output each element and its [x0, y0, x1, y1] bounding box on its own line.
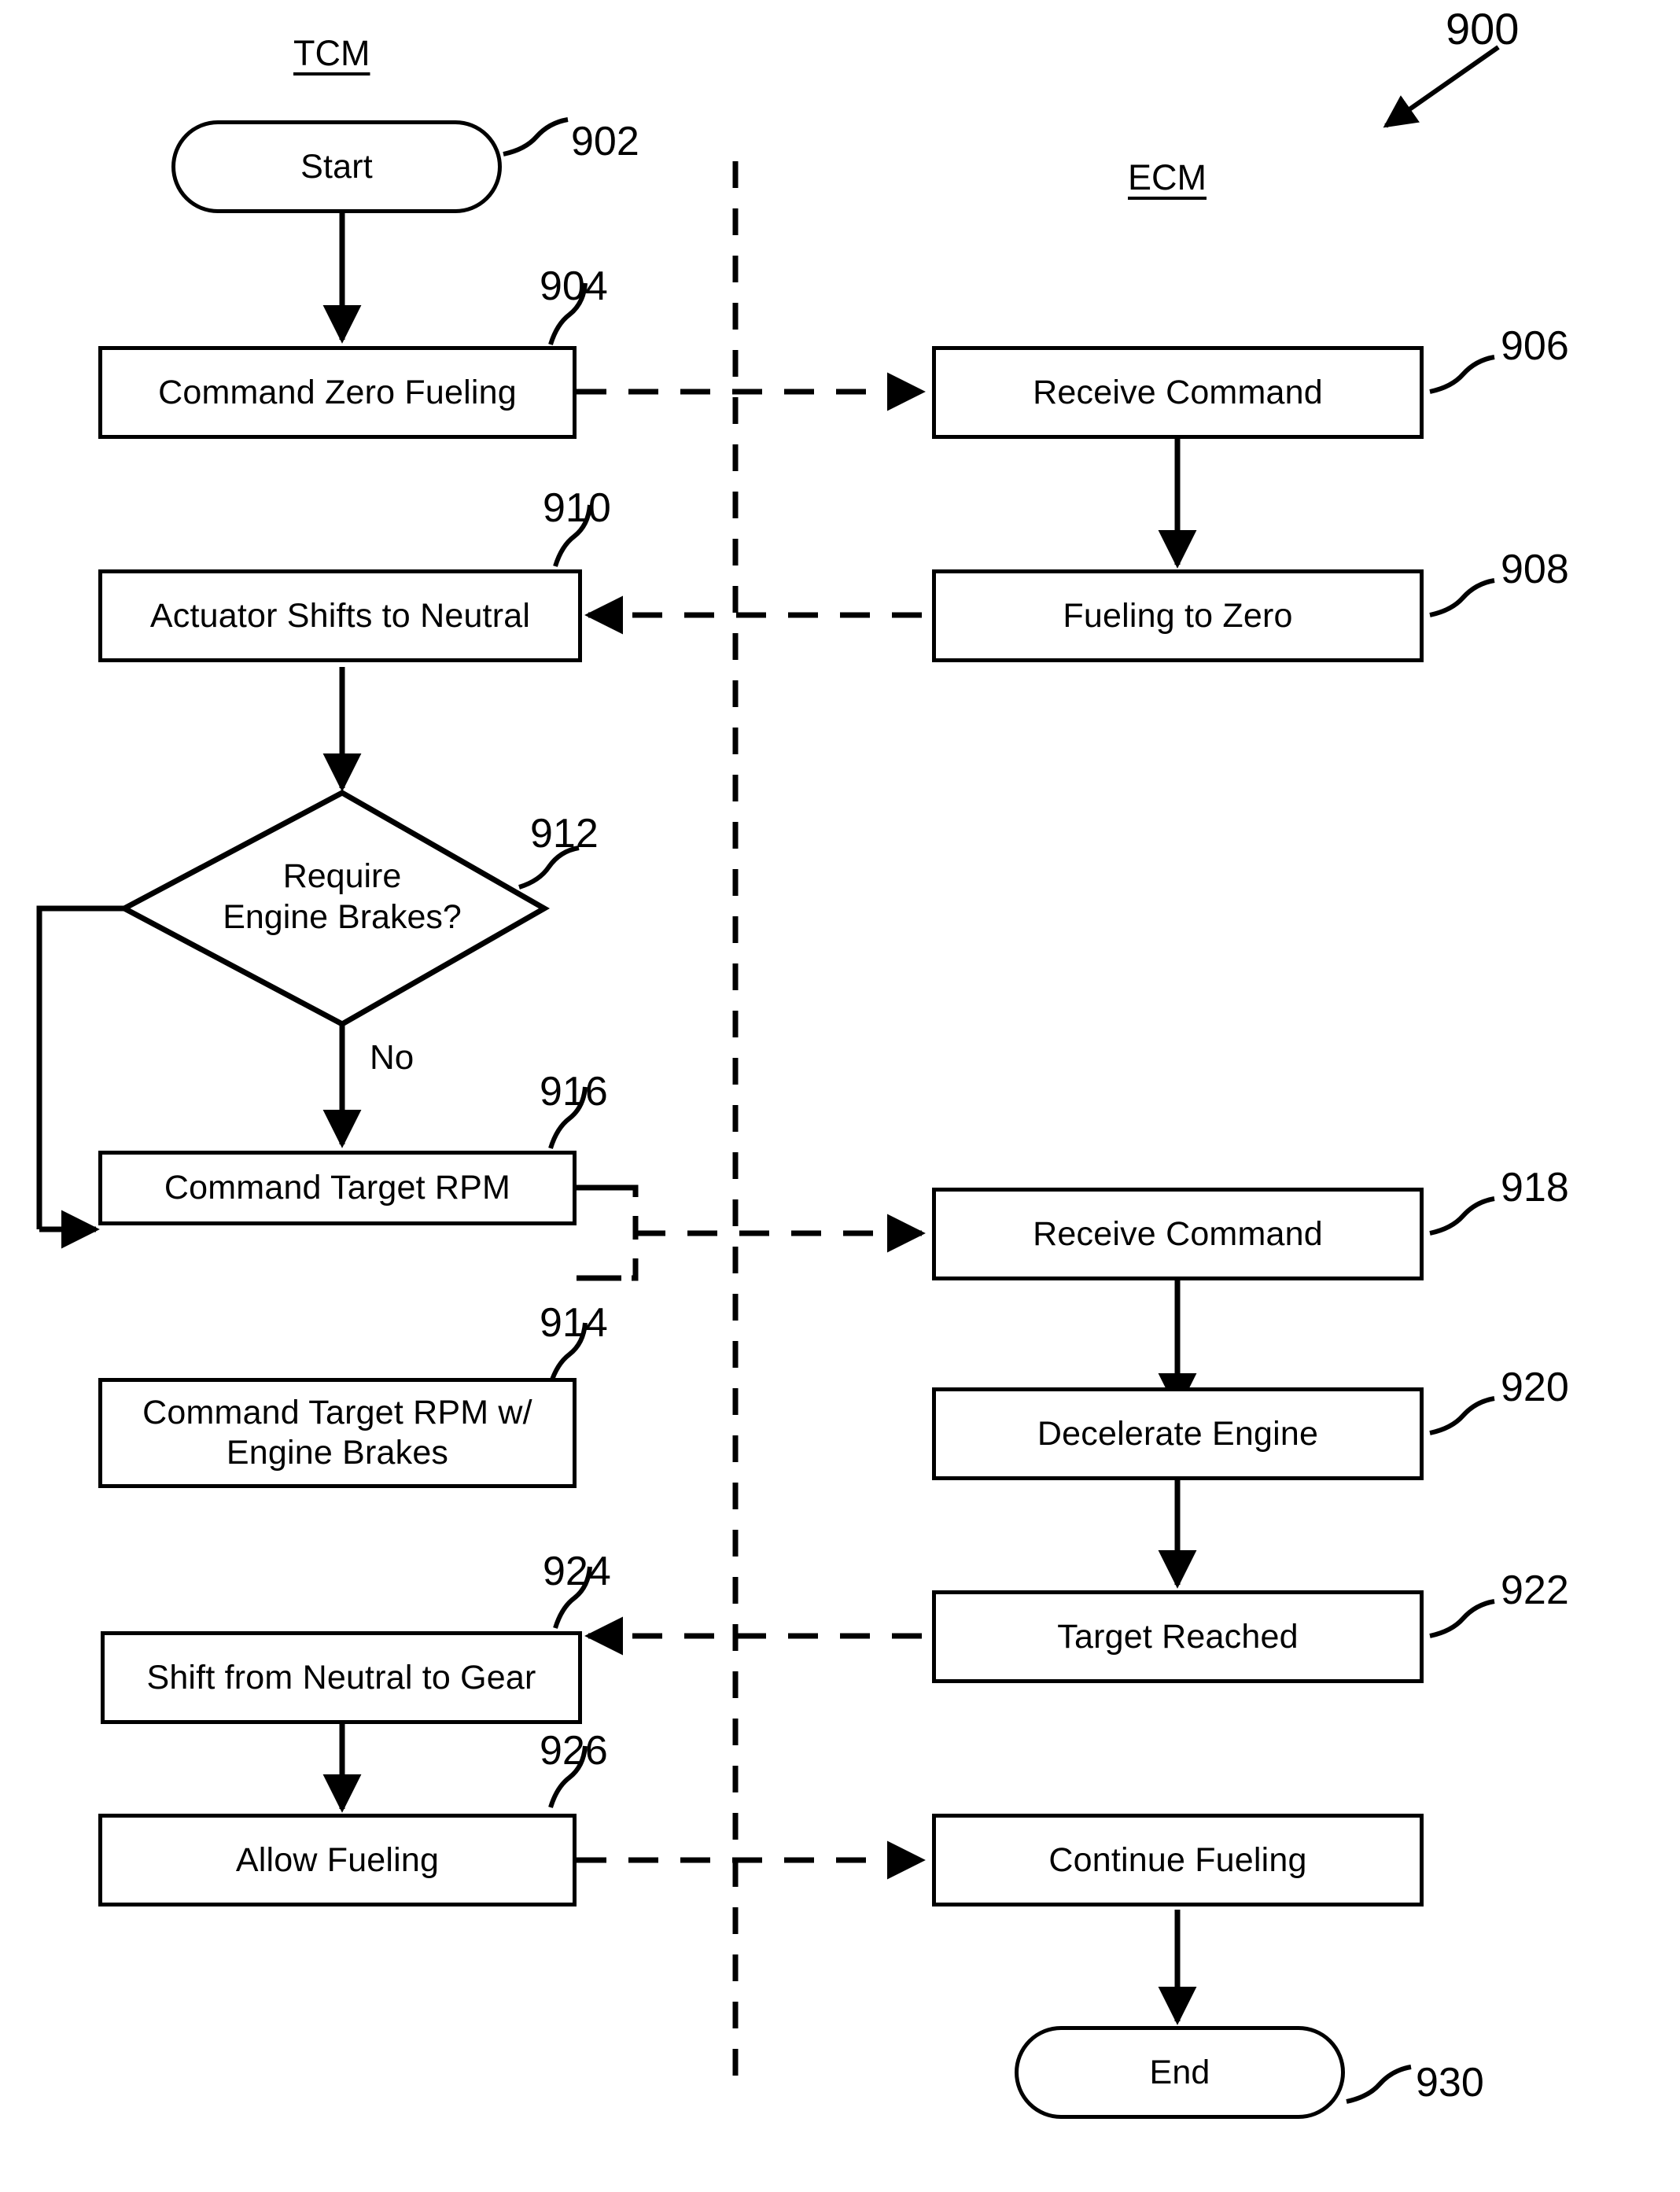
node-command-zero-fueling: Command Zero Fueling: [98, 346, 577, 439]
edge-label-no: No: [370, 1038, 414, 1077]
node-shift-from-neutral-to-gear-label: Shift from Neutral to Gear: [146, 1658, 536, 1696]
node-receive-command-2: Receive Command: [932, 1188, 1424, 1280]
ref-920: 920: [1501, 1365, 1569, 1410]
ref-914: 914: [540, 1300, 608, 1346]
node-end: End: [1015, 2026, 1345, 2119]
ref-908: 908: [1501, 547, 1569, 592]
ref-922: 922: [1501, 1568, 1569, 1613]
ref-912: 912: [530, 811, 599, 857]
lane-title-tcm: TCM: [293, 33, 370, 73]
node-start: Start: [171, 120, 502, 213]
node-end-label: End: [1149, 2053, 1210, 2091]
node-target-reached: Target Reached: [932, 1590, 1424, 1683]
node-shift-from-neutral-to-gear: Shift from Neutral to Gear: [101, 1631, 582, 1724]
figure-leader-arrow: [1383, 45, 1500, 128]
ref-leader-922: [1429, 1599, 1495, 1638]
ref-924: 924: [543, 1549, 611, 1594]
patent-flowchart-figure: TCM ECM 900 Start 902 Command Zero Fueli…: [0, 0, 1680, 2192]
ref-904: 904: [540, 263, 608, 309]
node-start-label: Start: [300, 147, 373, 186]
ref-leader-918: [1429, 1196, 1495, 1236]
figure-number: 900: [1446, 4, 1520, 53]
node-receive-command-2-label: Receive Command: [1033, 1214, 1323, 1253]
node-command-zero-fueling-label: Command Zero Fueling: [158, 373, 517, 411]
node-actuator-shifts-to-neutral: Actuator Shifts to Neutral: [98, 569, 582, 662]
ref-926: 926: [540, 1728, 608, 1774]
node-continue-fueling-label: Continue Fueling: [1048, 1840, 1307, 1879]
lane-title-ecm: ECM: [1128, 157, 1207, 197]
ref-916: 916: [540, 1069, 608, 1114]
ref-906: 906: [1501, 323, 1569, 369]
node-continue-fueling: Continue Fueling: [932, 1814, 1424, 1906]
ref-leader-906: [1429, 355, 1495, 394]
ref-910: 910: [543, 485, 611, 531]
ref-leader-930: [1346, 2065, 1412, 2104]
node-actuator-shifts-to-neutral-label: Actuator Shifts to Neutral: [149, 596, 531, 635]
ref-leader-908: [1429, 578, 1495, 617]
node-decelerate-engine: Decelerate Engine: [932, 1387, 1424, 1480]
node-fueling-to-zero: Fueling to Zero: [932, 569, 1424, 662]
ref-930: 930: [1416, 2060, 1484, 2105]
edge-rpm-join-bracket: [621, 1184, 639, 1281]
ref-918: 918: [1501, 1165, 1569, 1210]
node-receive-command-1-label: Receive Command: [1033, 373, 1323, 411]
node-command-target-rpm-engine-brakes-label: Command Target RPM w/ Engine Brakes: [142, 1394, 532, 1472]
ref-leader-920: [1429, 1396, 1495, 1435]
node-allow-fueling-label: Allow Fueling: [235, 1840, 440, 1879]
node-allow-fueling: Allow Fueling: [98, 1814, 577, 1906]
ref-leader-902: [503, 117, 569, 157]
node-command-target-rpm-label: Command Target RPM: [164, 1169, 511, 1207]
node-target-reached-label: Target Reached: [1057, 1617, 1299, 1656]
edge-label-yes: Yes: [0, 1155, 4, 1211]
node-command-target-rpm: Command Target RPM: [98, 1151, 577, 1225]
node-require-engine-brakes-label: Require Engine Brakes?: [223, 857, 462, 937]
ref-902: 902: [571, 119, 639, 164]
node-receive-command-1: Receive Command: [932, 346, 1424, 439]
node-fueling-to-zero-label: Fueling to Zero: [1063, 596, 1293, 635]
node-decelerate-engine-label: Decelerate Engine: [1037, 1414, 1319, 1453]
node-command-target-rpm-engine-brakes: Command Target RPM w/ Engine Brakes: [98, 1378, 577, 1488]
